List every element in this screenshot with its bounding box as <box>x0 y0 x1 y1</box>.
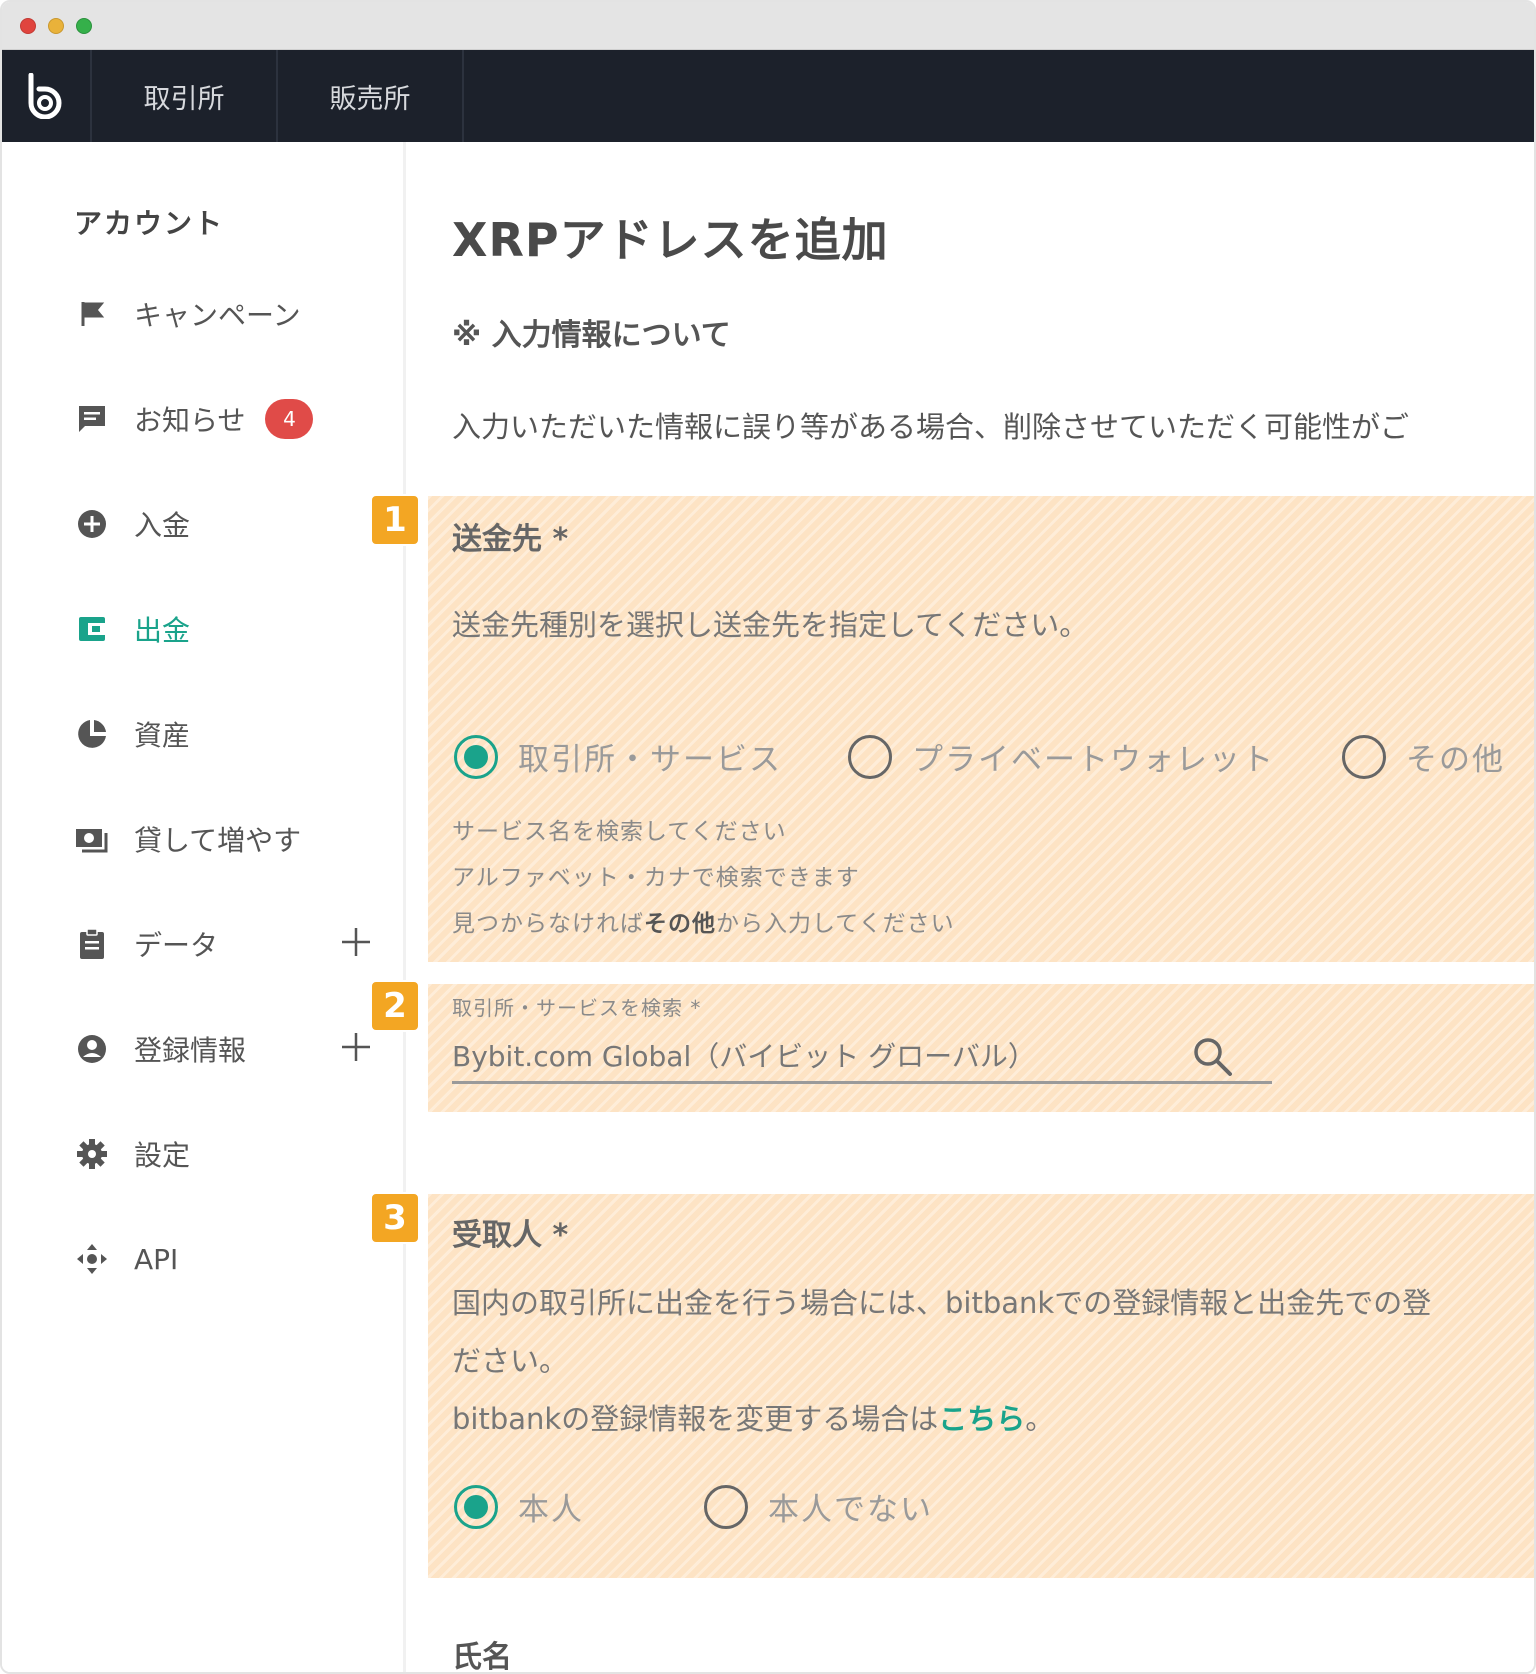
api-icon <box>72 1239 112 1279</box>
user-circle-icon <box>72 1029 112 1069</box>
sidebar-item-withdraw[interactable]: 出金 <box>72 604 392 654</box>
sidebar-item-label: 登録情報 <box>134 1034 247 1067</box>
notice-body: 入力いただいた情報に誤り等がある場合、削除させていただく可能性がご <box>452 410 1410 444</box>
step-badge-1: 1 <box>370 494 420 546</box>
sidebar-item-lending[interactable]: 貸して増やす <box>72 814 392 864</box>
wallet-icon <box>72 609 112 649</box>
hint-line: アルファベット・カナで検索できます <box>452 865 860 891</box>
gear-icon <box>72 1134 112 1174</box>
hint-line: 見つからなければその他から入力してください <box>452 911 955 937</box>
recipient-type-section: 送金先 * 送金先種別を選択し送金先を指定してください。 取引所・サービス プラ… <box>428 496 1534 962</box>
main-content: XRPアドレスを追加 ※ 入力情報について 入力いただいた情報に誤り等がある場合… <box>370 142 1534 1674</box>
sidebar-item-label: 設定 <box>134 1139 191 1172</box>
recipient-text-line: 国内の取引所に出金を行う場合には、bitbankでの登録情報と出金先での登 <box>452 1286 1432 1320</box>
recipient-label: 受取人 * <box>452 1218 569 1253</box>
sidebar-item-label: 出金 <box>134 614 191 647</box>
recipient-text-line: ださい。 <box>452 1344 569 1378</box>
service-search-section: 取引所・サービスを検索 * <box>428 984 1534 1112</box>
sidebar: アカウント キャンペーン お知らせ 4 入金 出金 資産 貸して増やす データ … <box>2 142 406 1672</box>
radio-label: 取引所・サービス <box>518 742 782 778</box>
radio-button-checked <box>454 734 498 779</box>
radio-exchange-service[interactable]: 取引所・サービス <box>454 734 782 779</box>
hint-other-bold: その他 <box>644 911 716 937</box>
sidebar-item-deposit[interactable]: 入金 <box>72 499 392 549</box>
sidebar-item-label: お知らせ <box>134 404 246 437</box>
bitbank-logo[interactable] <box>2 50 92 142</box>
radio-label: その他 <box>1406 742 1505 778</box>
flag-icon <box>72 294 112 334</box>
top-navigation: 取引所 販売所 <box>2 50 1534 142</box>
radio-label: プライベートウォレット <box>912 742 1275 778</box>
recipient-type-description: 送金先種別を選択し送金先を指定してください。 <box>452 608 1089 642</box>
sidebar-item-api[interactable]: API <box>72 1234 392 1284</box>
change-profile-link[interactable]: こちら <box>938 1402 1025 1436</box>
message-icon <box>72 399 112 439</box>
sidebar-item-label: 貸して増やす <box>134 824 302 857</box>
app-window: 取引所 販売所 アカウント キャンペーン お知らせ 4 入金 出金 資産 貸して… <box>0 0 1536 1674</box>
recipient-text-line: bitbankの登録情報を変更する場合はこちら。 <box>452 1402 1055 1436</box>
sidebar-item-assets[interactable]: 資産 <box>72 709 392 759</box>
sidebar-item-label: 入金 <box>134 509 191 542</box>
sidebar-item-campaign[interactable]: キャンペーン <box>72 289 392 339</box>
radio-button <box>704 1484 748 1529</box>
sidebar-item-label: キャンペーン <box>134 299 301 332</box>
radio-button-checked <box>454 1484 498 1529</box>
maximize-window-button[interactable] <box>76 18 92 34</box>
radio-private-wallet[interactable]: プライベートウォレット <box>848 734 1275 779</box>
sidebar-item-label: データ <box>134 929 219 962</box>
sidebar-title: アカウント <box>74 207 225 240</box>
recipient-section: 受取人 * 国内の取引所に出金を行う場合には、bitbankでの登録情報と出金先… <box>428 1194 1534 1578</box>
radio-button <box>848 734 892 779</box>
expand-profile-plus-icon[interactable] <box>338 1029 374 1065</box>
step-badge-3: 3 <box>370 1192 420 1244</box>
lending-icon <box>72 819 112 859</box>
clipboard-icon <box>72 924 112 964</box>
sidebar-item-label: API <box>134 1242 179 1276</box>
tab-exchange[interactable]: 取引所 <box>92 50 278 142</box>
sidebar-item-settings[interactable]: 設定 <box>72 1129 392 1179</box>
bitbank-logo-icon <box>28 73 62 119</box>
radio-other[interactable]: その他 <box>1342 734 1505 779</box>
service-search-label: 取引所・サービスを検索 * <box>452 996 702 1020</box>
search-icon[interactable] <box>1190 1034 1234 1078</box>
expand-data-plus-icon[interactable] <box>338 924 374 960</box>
radio-self[interactable]: 本人 <box>454 1484 584 1529</box>
recipient-type-label: 送金先 * <box>452 522 569 557</box>
minimize-window-button[interactable] <box>48 18 64 34</box>
name-field-label: 氏名 <box>452 1640 512 1674</box>
radio-label: 本人でない <box>768 1492 933 1528</box>
close-window-button[interactable] <box>20 18 36 34</box>
plus-circle-icon <box>72 504 112 544</box>
notification-badge: 4 <box>265 399 314 439</box>
radio-label: 本人 <box>518 1492 584 1528</box>
step-badge-2: 2 <box>370 980 420 1032</box>
radio-button <box>1342 734 1386 779</box>
radio-not-self[interactable]: 本人でない <box>704 1484 933 1529</box>
service-search-input[interactable] <box>452 1028 1272 1084</box>
pie-chart-icon <box>72 714 112 754</box>
sidebar-item-news[interactable]: お知らせ 4 <box>72 394 392 444</box>
window-titlebar <box>2 2 1534 50</box>
hint-line: サービス名を検索してください <box>452 819 787 845</box>
notice-heading: ※ 入力情報について <box>452 318 731 353</box>
page-title: XRPアドレスを追加 <box>452 213 889 267</box>
tab-broker[interactable]: 販売所 <box>278 50 464 142</box>
sidebar-item-label: 資産 <box>134 719 191 752</box>
